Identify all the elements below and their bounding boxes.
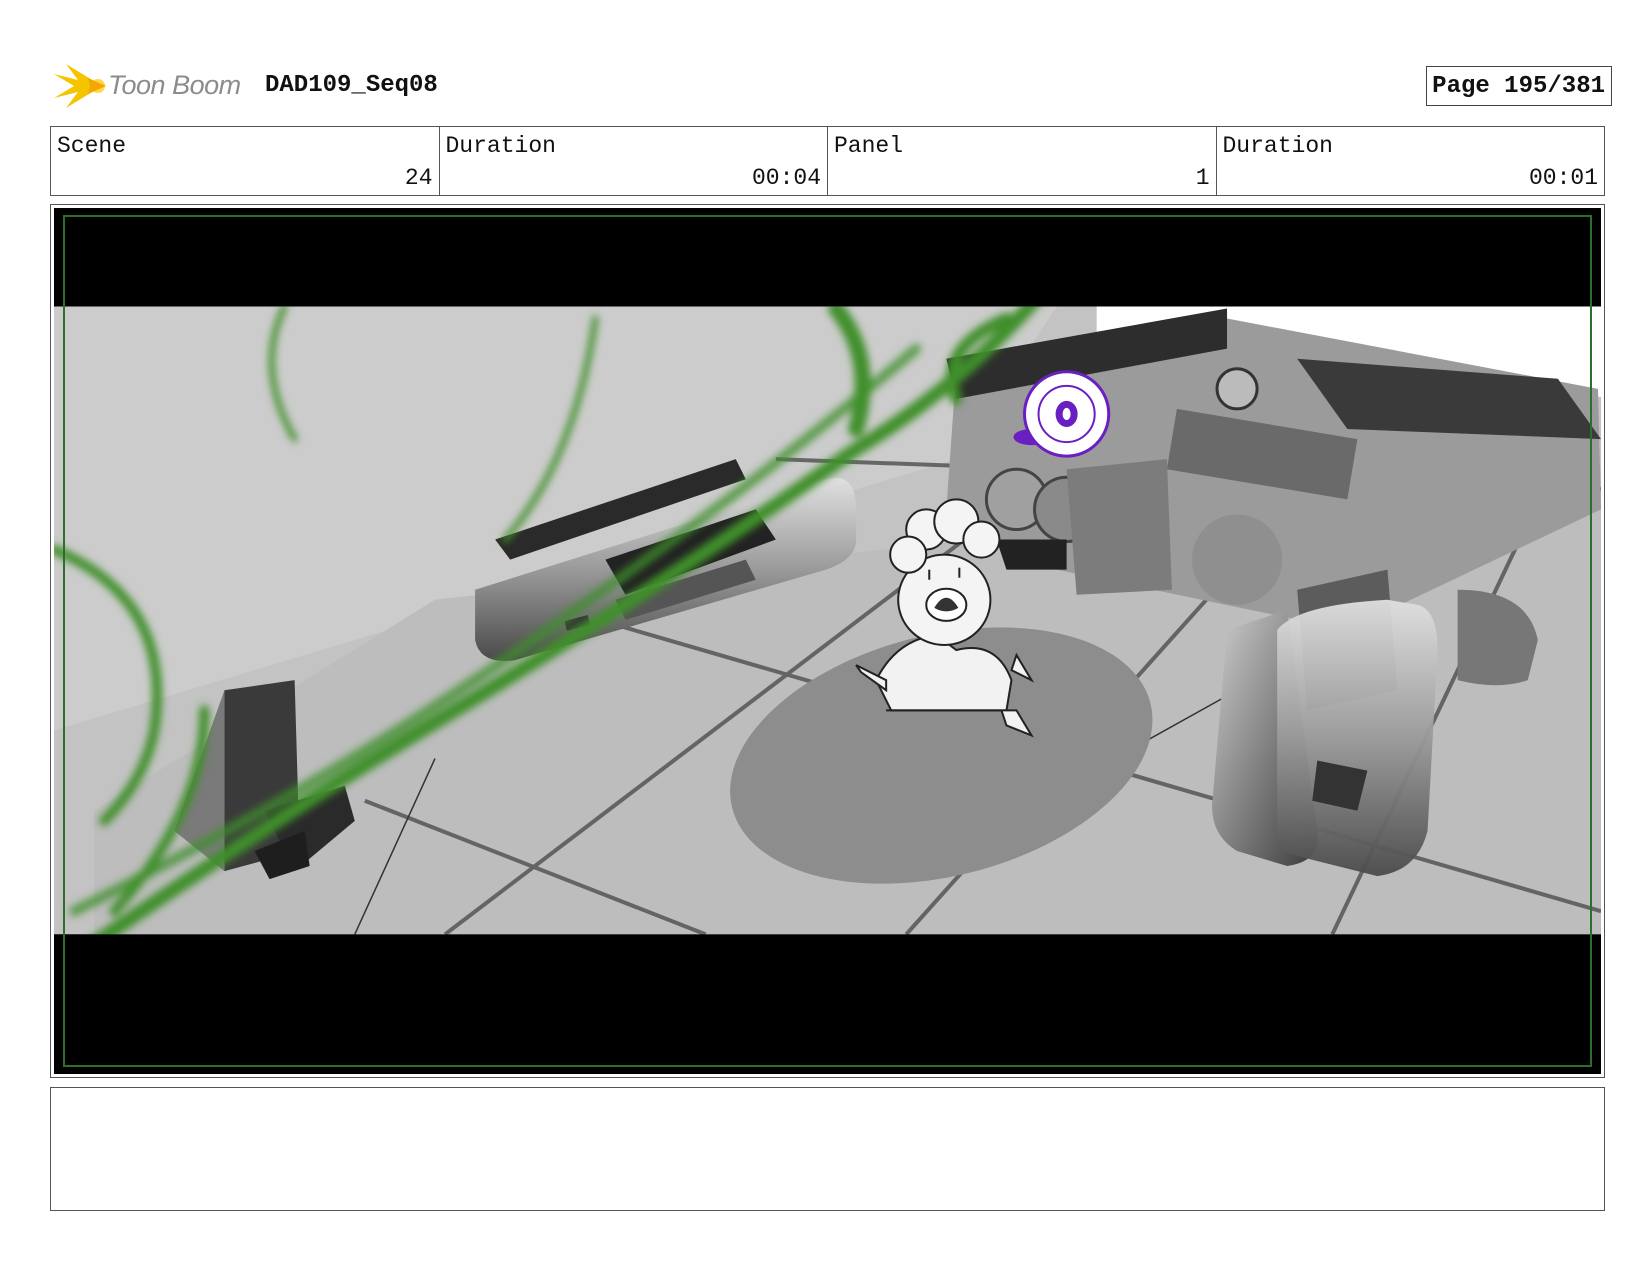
scene-duration-cell: Duration 00:04 <box>440 127 828 195</box>
panel-duration-value: 00:01 <box>1528 165 1598 191</box>
storyboard-panel-frame <box>50 204 1605 1078</box>
panel-value: 1 <box>1195 165 1210 191</box>
page-number: Page 195/381 <box>1426 66 1612 106</box>
scene-artwork <box>54 208 1601 1074</box>
panel-duration-cell: Duration 00:01 <box>1217 127 1605 195</box>
starburst-icon <box>54 64 106 108</box>
toon-boom-logo: Toon Boom <box>52 60 252 112</box>
scene-value: 24 <box>404 165 433 191</box>
scene-cell: Scene 24 <box>51 127 440 195</box>
scene-label: Scene <box>57 133 127 159</box>
project-title: DAD109_Seq08 <box>265 72 438 99</box>
panel-notes-box <box>50 1087 1605 1211</box>
panel-info-table: Scene 24 Duration 00:04 Panel 1 Duration… <box>50 126 1605 196</box>
panel-duration-label: Duration <box>1222 133 1333 159</box>
scene-duration-label: Duration <box>445 133 556 159</box>
scene-duration-value: 00:04 <box>751 165 821 191</box>
panel-image <box>54 208 1601 1074</box>
brand-name: Toon Boom <box>108 70 241 100</box>
panel-cell: Panel 1 <box>828 127 1217 195</box>
page-header: Toon Boom DAD109_Seq08 Page 195/381 <box>52 58 1612 114</box>
letterbox-bottom <box>54 934 1601 1074</box>
panel-label: Panel <box>834 133 904 159</box>
